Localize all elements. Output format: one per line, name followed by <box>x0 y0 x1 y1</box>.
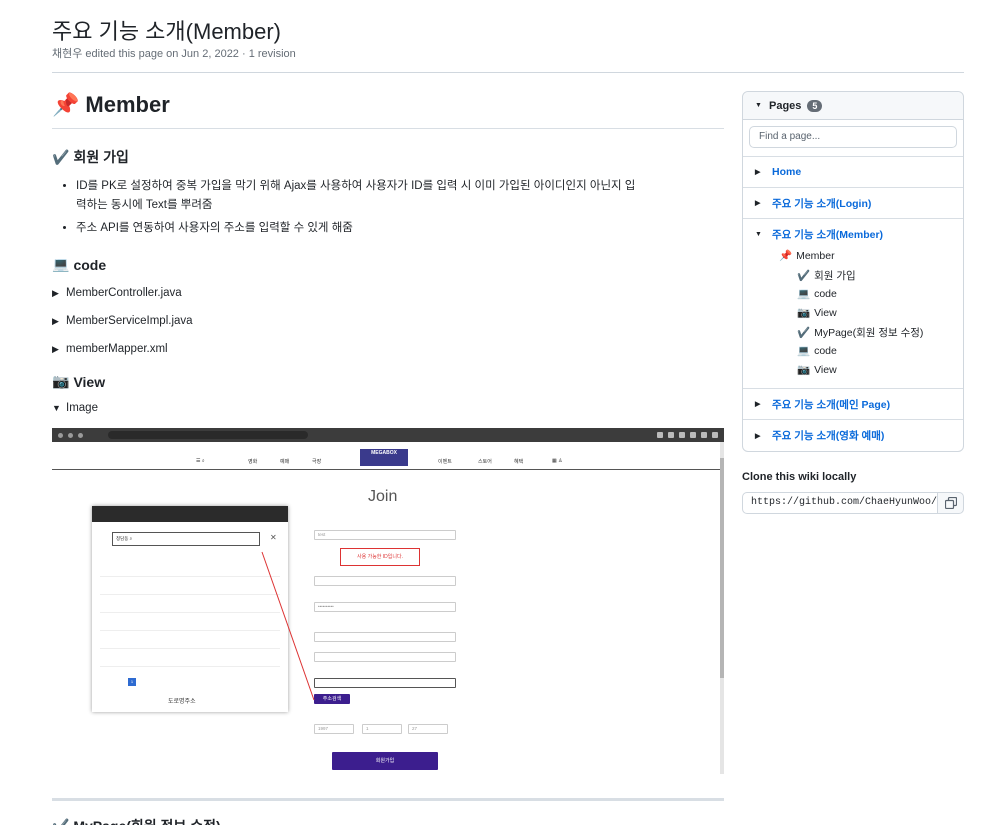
signup-heading-text: 회원 가입 <box>73 149 129 165</box>
camera-icon: 📷 <box>797 364 811 376</box>
toc-member[interactable]: 📌 Member <box>779 249 835 263</box>
file-name: MemberController.java <box>66 287 182 299</box>
triangle-right-icon: ▶ <box>52 343 59 354</box>
check-icon: ✔️ <box>52 148 70 165</box>
signup-heading: ✔️ 회원 가입 <box>52 147 724 167</box>
section-divider <box>52 798 724 801</box>
view-heading: 📷 View <box>52 373 724 390</box>
clone-label: Clone this wiki locally <box>742 471 857 483</box>
signup-bullets: ID를 PK로 설정하여 중복 가입을 막기 위해 Ajax를 사용하여 사용자… <box>76 177 636 238</box>
clone-url-input[interactable]: https://github.com/ChaeHyunWoo/Sp <box>742 492 938 514</box>
pushpin-icon: 📌 <box>779 250 793 262</box>
details-member-service[interactable]: ▶ MemberServiceImpl.java <box>52 315 724 327</box>
page-link-login[interactable]: ▶ 주요 기능 소개(Login) <box>743 187 963 218</box>
page-link-member[interactable]: ▼ 주요 기능 소개(Member) <box>743 218 963 249</box>
mypage-heading-partial: ✔️ MyPage(회원 정보 수정) <box>52 816 221 825</box>
toc-view[interactable]: 📷 View <box>797 306 837 320</box>
top-divider <box>52 72 964 73</box>
toc-label: View <box>814 363 837 376</box>
member-heading: 📌 Member <box>52 88 724 122</box>
find-page-input[interactable]: Find a page... <box>749 126 957 148</box>
toc-code-2[interactable]: 💻 code <box>797 344 837 358</box>
toc-label: code <box>814 287 837 300</box>
page-title: 주요 기능 소개(Member) <box>52 19 282 44</box>
triangle-down-icon: ▼ <box>52 403 61 413</box>
triangle-right-icon: ▶ <box>755 432 761 440</box>
bullet-item: 주소 API를 연동하여 사용자의 주소를 입력할 수 있게 해줌 <box>76 219 636 238</box>
pages-box: ▼ Pages 5 Find a page... ▶ Home ▶ 주요 기능 … <box>742 91 964 452</box>
bullet-item: ID를 PK로 설정하여 중복 가입을 막기 위해 Ajax를 사용하여 사용자… <box>76 177 636 215</box>
page-link-label: Home <box>772 166 802 178</box>
code-heading: 💻 code <box>52 256 724 273</box>
page-link-booking[interactable]: ▶ 주요 기능 소개(영화 예매) <box>743 419 963 451</box>
laptop-icon: 💻 <box>797 345 811 357</box>
toc-label: Member <box>796 249 835 262</box>
details-image[interactable]: ▼ Image <box>52 402 724 414</box>
copy-button[interactable] <box>937 492 964 514</box>
pushpin-icon: 📌 <box>52 92 80 117</box>
join-page-screenshot: ☰ ⌕ 영화 예매 극장 MEGABOX 이벤트 스토어 혜택 ▦ ♙ Join… <box>52 428 724 774</box>
main-content: 📌 Member ✔️ 회원 가입 ID를 PK로 설정하여 중복 가입을 막기… <box>52 88 724 825</box>
toc-label: View <box>814 306 837 319</box>
laptop-icon: 💻 <box>52 256 70 272</box>
file-name: memberMapper.xml <box>66 343 168 355</box>
page-link-label: 주요 기능 소개(메인 Page) <box>772 398 891 411</box>
toc-code[interactable]: 💻 code <box>797 287 837 301</box>
check-icon: ✔️ <box>797 327 811 339</box>
camera-icon: 📷 <box>52 373 70 389</box>
page-link-label: 주요 기능 소개(Login) <box>772 197 872 210</box>
pages-label: Pages <box>769 99 802 112</box>
file-name: MemberServiceImpl.java <box>66 315 193 327</box>
triangle-down-icon: ▼ <box>755 230 762 238</box>
check-icon: ✔️ <box>797 270 811 282</box>
toc-label: 회원 가입 <box>814 270 856 282</box>
copy-icon <box>944 497 957 509</box>
page-link-main[interactable]: ▶ 주요 기능 소개(메인 Page) <box>743 388 963 419</box>
camera-icon: 📷 <box>797 307 811 319</box>
triangle-right-icon: ▶ <box>755 401 761 408</box>
pages-header[interactable]: ▼ Pages 5 <box>743 92 963 120</box>
view-heading-text: View <box>73 373 106 390</box>
edit-meta: 채현우 edited this page on Jun 2, 2022 · 1 … <box>52 48 296 60</box>
triangle-right-icon: ▶ <box>755 200 761 207</box>
details-member-mapper[interactable]: ▶ memberMapper.xml <box>52 343 724 355</box>
member-heading-text: Member <box>85 92 170 117</box>
details-member-controller[interactable]: ▶ MemberController.java <box>52 287 724 299</box>
toc-signup[interactable]: ✔️ 회원 가입 <box>797 268 856 283</box>
annotation-arrow <box>261 551 315 701</box>
image-summary: Image <box>66 402 98 414</box>
page-link-home[interactable]: ▶ Home <box>743 156 963 187</box>
triangle-down-icon: ▼ <box>755 102 762 109</box>
code-heading-text: code <box>73 256 107 273</box>
triangle-right-icon: ▶ <box>755 169 761 176</box>
triangle-right-icon: ▶ <box>52 287 59 298</box>
toc-label: MyPage(회원 정보 수정) <box>814 327 924 339</box>
triangle-right-icon: ▶ <box>52 315 59 326</box>
page-link-label: 주요 기능 소개(영화 예매) <box>772 430 885 442</box>
laptop-icon: 💻 <box>797 288 811 300</box>
toc-view-2[interactable]: 📷 View <box>797 363 837 377</box>
page-link-label: 주요 기능 소개(Member) <box>772 228 884 241</box>
pages-count-badge: 5 <box>807 99 823 112</box>
heading-divider <box>52 128 724 129</box>
toc-label: code <box>814 344 837 357</box>
toc-mypage[interactable]: ✔️ MyPage(회원 정보 수정) <box>797 325 923 340</box>
